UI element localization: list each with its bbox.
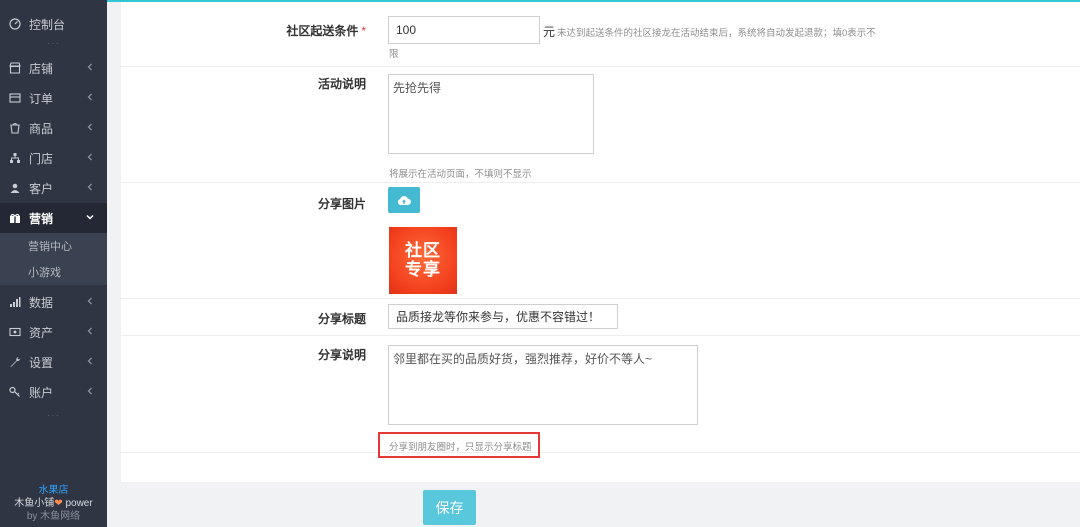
row-divider — [121, 298, 1080, 299]
brand-power: 木鱼小铺❤ power — [14, 498, 93, 509]
threshold-help: 未达到起送条件的社区接龙在活动结束后，系统将自动发起退款；填0表示不 — [557, 28, 876, 39]
chevron-left-icon — [87, 357, 92, 365]
assets-icon — [9, 326, 21, 338]
sidebar-footer: 水果店 木鱼小铺❤ power by 木鱼网络 — [0, 484, 107, 523]
threshold-input[interactable]: 100 — [388, 16, 540, 44]
chevron-down-icon — [86, 214, 94, 220]
sidebar-item-label: 设置 — [29, 355, 54, 370]
sidebar-divider-dots: ··· — [47, 410, 60, 421]
description-textarea[interactable]: 先抢先得 — [388, 74, 594, 154]
sidebar-item-label: 店铺 — [29, 61, 54, 76]
settings-icon — [9, 356, 21, 368]
sidebar-subitem-mini-games[interactable]: 小游戏 — [0, 259, 107, 285]
marketing-icon — [9, 212, 21, 224]
share-image-label: 分享图片 — [317, 197, 366, 211]
description-help: 将展示在活动页面，不填则不显示 — [389, 169, 532, 180]
sidebar-item-customer[interactable]: 客户 — [0, 173, 107, 203]
chevron-left-icon — [87, 63, 92, 71]
highlight-box — [378, 432, 540, 458]
goods-icon — [9, 122, 21, 134]
upload-image-button[interactable] — [388, 187, 420, 213]
sidebar-item-data[interactable]: 数据 — [0, 287, 107, 317]
threshold-unit: 元 — [543, 25, 556, 39]
brand-by: by 木鱼网络 — [26, 511, 81, 522]
save-button[interactable]: 保存 — [423, 490, 476, 525]
dashboard-icon — [9, 18, 21, 30]
sidebar-item-dashboard[interactable]: 控制台 — [0, 9, 107, 39]
sidebar-divider-dots: ··· — [47, 38, 60, 49]
sidebar-item-goods[interactable]: 商品 — [0, 113, 107, 143]
cloud-upload-icon — [397, 195, 411, 205]
share-desc-label: 分享说明 — [317, 348, 366, 362]
row-divider — [121, 182, 1080, 183]
sidebar-item-account[interactable]: 账户 — [0, 377, 107, 407]
threshold-help-cont: 限 — [389, 49, 399, 60]
sidebar-subitem-marketing-center[interactable]: 营销中心 — [0, 233, 107, 259]
chevron-left-icon — [87, 153, 92, 161]
account-icon — [9, 386, 21, 398]
chevron-left-icon — [87, 327, 92, 335]
heart-icon: ❤ — [54, 498, 63, 509]
sidebar-item-marketing[interactable]: 营销 — [0, 203, 107, 233]
sidebar-item-label: 资产 — [29, 325, 54, 340]
sidebar: 控制台 ··· 店铺 订单 商品 门店 客户 营销 营销中心 小游戏 数据 资产 设置 账户 … — [0, 0, 107, 527]
chevron-left-icon — [87, 297, 92, 305]
share-title-input[interactable]: 品质接龙等你来参与，优惠不容错过！ — [388, 304, 618, 329]
sidebar-item-assets[interactable]: 资产 — [0, 317, 107, 347]
chevron-left-icon — [87, 183, 92, 191]
sidebar-item-store[interactable]: 店铺 — [0, 53, 107, 83]
sidebar-item-label: 门店 — [29, 151, 54, 166]
row-divider — [121, 452, 1080, 453]
threshold-label: 社区起送条件 * — [286, 24, 366, 38]
chevron-left-icon — [87, 123, 92, 131]
shop-icon — [9, 152, 21, 164]
store-icon — [9, 62, 21, 74]
share-desc-textarea[interactable]: 邻里都在买的品质好货，强烈推荐，好价不等人~ — [388, 345, 698, 425]
row-divider — [121, 335, 1080, 336]
sidebar-item-label: 客户 — [29, 181, 54, 196]
sidebar-item-shop[interactable]: 门店 — [0, 143, 107, 173]
sidebar-item-label: 商品 — [29, 121, 54, 136]
sidebar-item-settings[interactable]: 设置 — [0, 347, 107, 377]
sidebar-item-label: 营销 — [29, 211, 54, 226]
sidebar-item-label: 订单 — [29, 91, 54, 106]
required-mark: * — [361, 24, 366, 38]
share-title-label: 分享标题 — [317, 312, 366, 326]
data-icon — [9, 296, 21, 308]
share-image-preview[interactable]: 社区 专享 — [389, 227, 457, 294]
description-label: 活动说明 — [317, 77, 366, 91]
chevron-left-icon — [87, 93, 92, 101]
chevron-left-icon — [87, 387, 92, 395]
store-name[interactable]: 水果店 — [0, 484, 107, 497]
customer-icon — [9, 182, 21, 194]
sidebar-item-label: 数据 — [29, 295, 54, 310]
sidebar-item-label: 账户 — [29, 385, 54, 400]
order-icon — [9, 92, 21, 104]
footer-bar — [121, 487, 1080, 527]
row-divider — [121, 66, 1080, 67]
sidebar-item-label: 控制台 — [29, 17, 66, 32]
sidebar-item-order[interactable]: 订单 — [0, 83, 107, 113]
